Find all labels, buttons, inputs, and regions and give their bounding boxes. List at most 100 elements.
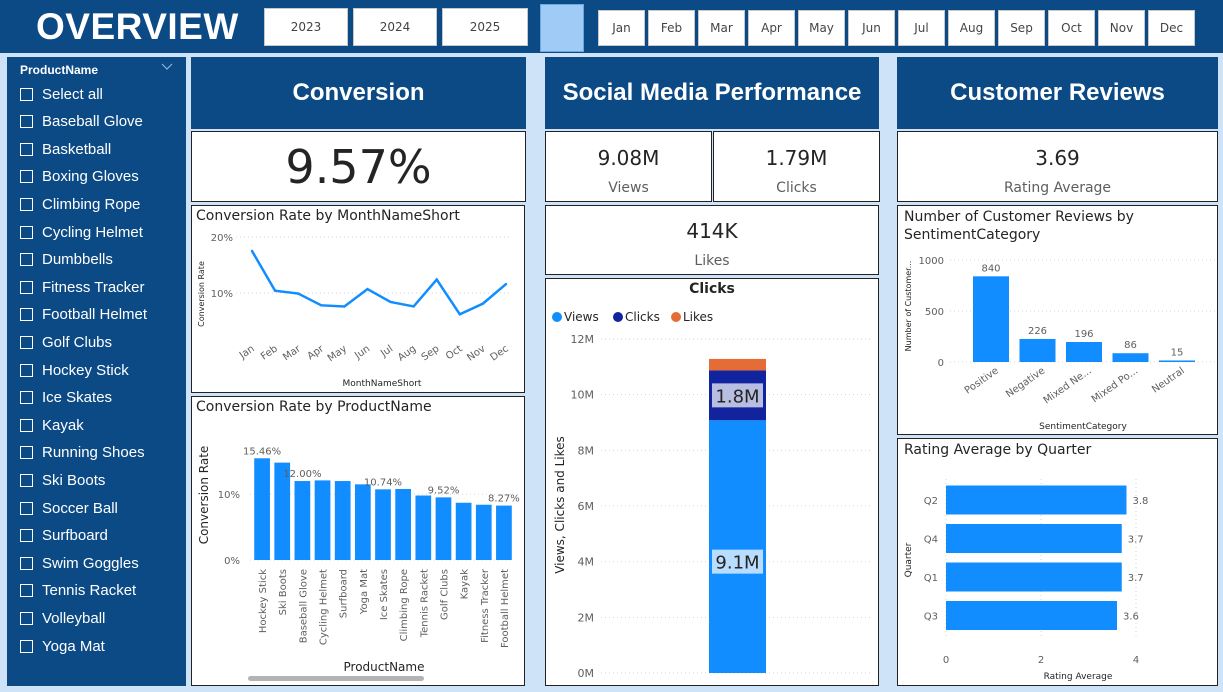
data-label: 3.7 — [1128, 573, 1144, 584]
slicer-item[interactable]: Golf Clubs — [20, 331, 112, 353]
conversion-kpi-value: 9.57% — [285, 139, 432, 194]
y-axis-title: Number of Customer... — [904, 261, 913, 352]
x-tick-label: 4 — [1133, 655, 1139, 666]
slicer-item-label: Fitness Tracker — [42, 278, 145, 296]
slicer-item[interactable]: Running Shoes — [20, 442, 145, 464]
checkbox[interactable] — [20, 308, 33, 322]
checkbox[interactable] — [20, 253, 33, 267]
y-axis-title: Quarter — [904, 542, 914, 577]
x-tick-label: Nov — [465, 343, 487, 363]
month-button-sep[interactable]: Sep — [998, 10, 1045, 46]
bar — [375, 489, 391, 560]
data-label: 86 — [1124, 340, 1137, 351]
month-button-nov[interactable]: Nov — [1098, 10, 1145, 46]
slicer-item[interactable]: Surfboard — [20, 525, 108, 547]
views-kpi-label: Views — [608, 180, 649, 196]
y-axis-title: Views, Clicks and Likes — [553, 436, 567, 574]
checkbox[interactable] — [20, 170, 33, 184]
y-tick-label: 6M — [578, 500, 595, 513]
slicer-item[interactable]: Volleyball — [20, 607, 105, 629]
month-button-jun[interactable]: Jun — [848, 10, 895, 46]
bar — [1066, 342, 1102, 362]
slicer-item[interactable]: Dumbbells — [20, 249, 113, 271]
data-point — [389, 300, 392, 304]
checkbox[interactable] — [20, 501, 33, 515]
bar — [435, 497, 452, 560]
checkbox[interactable] — [20, 529, 33, 543]
y-axis-title: Conversion Rate — [197, 446, 211, 545]
slicer-item[interactable]: Select all — [20, 83, 103, 105]
checkbox[interactable] — [20, 611, 33, 625]
month-button-oct[interactable]: Oct — [1048, 10, 1095, 46]
checkbox[interactable] — [20, 115, 33, 129]
month-button-may[interactable]: May — [798, 10, 845, 46]
checkbox[interactable] — [20, 391, 33, 405]
checkbox[interactable] — [20, 335, 33, 349]
slicer-item[interactable]: Tennis Racket — [20, 580, 136, 602]
slicer-item-label: Swim Goggles — [42, 554, 139, 572]
month-button-jul[interactable]: Jul — [898, 10, 945, 46]
slicer-item[interactable]: Hockey Stick — [20, 359, 129, 381]
data-point — [320, 304, 323, 307]
checkbox[interactable] — [20, 584, 33, 598]
year-button-2024[interactable]: 2024 — [353, 8, 437, 46]
x-tick-label: Jan — [237, 343, 257, 361]
stacked-bar-segment — [709, 358, 766, 371]
checkbox[interactable] — [20, 418, 33, 432]
slicer-item[interactable]: Cycling Helmet — [20, 221, 143, 243]
checkbox[interactable] — [20, 556, 33, 570]
slicer-item[interactable]: Boxing Gloves — [20, 166, 139, 188]
data-point — [296, 292, 300, 295]
x-tick-label: Positive — [963, 365, 1001, 396]
checkbox[interactable] — [20, 473, 33, 487]
conversion-by-product-card: Conversion Rate by ProductName 0% 10% 15.4… — [191, 396, 525, 686]
data-label: 226 — [1028, 326, 1047, 337]
x-tick-label: Mixed Po... — [1090, 365, 1140, 405]
x-axis-title: SentimentCategory — [1039, 422, 1127, 432]
month-button-dec[interactable]: Dec — [1148, 10, 1195, 46]
checkbox[interactable] — [20, 363, 33, 377]
data-label: 196 — [1074, 329, 1093, 340]
month-button-feb[interactable]: Feb — [648, 10, 695, 46]
stacked-bar-segment — [709, 420, 766, 673]
month-button-apr[interactable]: Apr — [748, 10, 795, 46]
slicer-item[interactable]: Ice Skates — [20, 387, 112, 409]
y-axis-title: Conversion Rate — [197, 261, 206, 327]
checkbox[interactable] — [20, 446, 33, 460]
checkbox[interactable] — [20, 197, 33, 211]
slicer-item[interactable]: Climbing Rope — [20, 193, 140, 215]
y-tick-label: 10% — [211, 289, 233, 300]
slicer-item[interactable]: Kayak — [20, 414, 84, 436]
legend-marker — [671, 312, 681, 322]
checkbox[interactable] — [20, 639, 33, 653]
chevron-down-icon[interactable] — [160, 60, 174, 74]
data-point — [458, 313, 462, 316]
slicer-item[interactable]: Yoga Mat — [20, 635, 105, 657]
year-button-2023[interactable]: 2023 — [264, 8, 348, 46]
slicer-item[interactable]: Ski Boots — [20, 469, 105, 491]
slicer-item[interactable]: Basketball — [20, 138, 111, 160]
slicer-item[interactable]: Baseball Glove — [20, 111, 143, 133]
slicer-selected-indicator[interactable] — [540, 4, 584, 52]
checkbox[interactable] — [20, 142, 33, 156]
month-button-aug[interactable]: Aug — [948, 10, 995, 46]
y-tick-label: Q2 — [924, 496, 938, 507]
slicer-item[interactable]: Fitness Tracker — [20, 276, 145, 298]
month-button-mar[interactable]: Mar — [698, 10, 745, 46]
checkbox[interactable] — [20, 225, 33, 239]
legend-label: Clicks — [625, 310, 660, 324]
legend-label: Likes — [683, 310, 713, 324]
month-button-jan[interactable]: Jan — [598, 10, 645, 46]
checkbox[interactable] — [20, 280, 33, 294]
slicer-item-label: Kayak — [42, 416, 84, 434]
slicer-item-label: Ski Boots — [42, 471, 106, 489]
year-button-2025[interactable]: 2025 — [442, 8, 528, 46]
bar — [475, 504, 492, 560]
y-tick-label: 10M — [571, 389, 595, 402]
bar — [254, 458, 270, 560]
slicer-item-label: Volleyball — [42, 609, 106, 627]
slicer-item[interactable]: Swim Goggles — [20, 552, 139, 574]
slicer-item[interactable]: Football Helmet — [20, 304, 147, 326]
slicer-item[interactable]: Soccer Ball — [20, 497, 118, 519]
checkbox[interactable] — [20, 87, 33, 101]
